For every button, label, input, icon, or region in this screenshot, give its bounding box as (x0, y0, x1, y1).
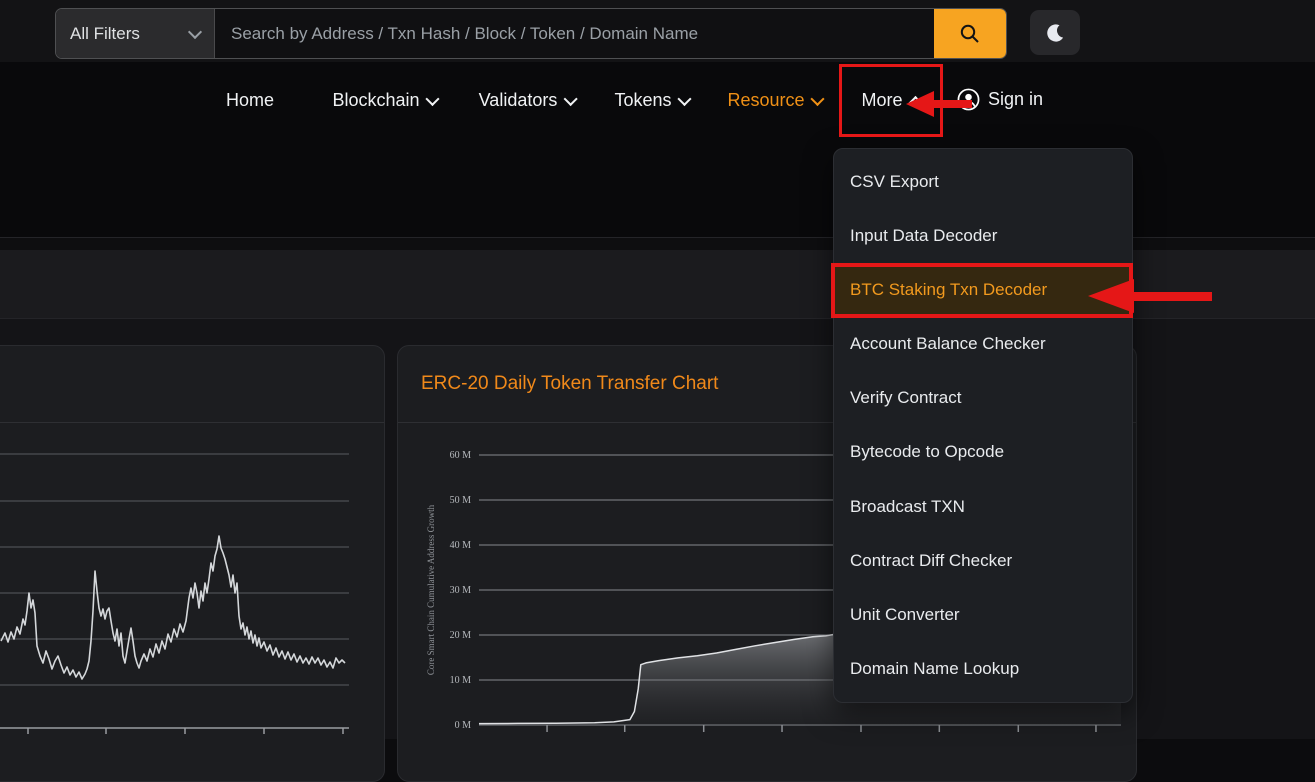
menu-item-btc-staking-txn-decoder[interactable]: BTC Staking Txn Decoder (834, 263, 1132, 317)
chevron-down-icon (563, 91, 577, 105)
nav-item-label: Tokens (614, 90, 671, 111)
nav-item-label: Resource (727, 90, 804, 111)
nav-item-label: Blockchain (332, 90, 419, 111)
user-icon (957, 88, 980, 111)
y-tick-label: 50 M (450, 495, 472, 506)
sign-in-label: Sign in (988, 89, 1043, 110)
line-chart (0, 346, 384, 780)
search-button[interactable] (934, 9, 1006, 58)
menu-item-bytecode-to-opcode[interactable]: Bytecode to Opcode (834, 425, 1132, 479)
y-tick-label: 0 M (455, 720, 472, 731)
menu-item-input-data-decoder[interactable]: Input Data Decoder (834, 209, 1132, 263)
chevron-down-icon (188, 24, 202, 38)
more-dropdown-menu: CSV ExportInput Data DecoderBTC Staking … (833, 148, 1133, 703)
chevron-up-icon (908, 95, 922, 109)
search-input[interactable] (215, 9, 934, 58)
menu-item-account-balance-checker[interactable]: Account Balance Checker (834, 317, 1132, 371)
nav-item-blockchain[interactable]: Blockchain (332, 90, 437, 111)
y-axis-title: Core Smart Chain Cumulative Address Grow… (426, 504, 436, 675)
y-tick-label: 20 M (450, 630, 472, 641)
top-bar: All Filters (0, 0, 1315, 63)
nav-item-label: Validators (479, 90, 558, 111)
nav-item-more[interactable]: More (861, 90, 920, 111)
y-tick-label: 30 M (450, 585, 472, 596)
nav-item-resource[interactable]: Resource (727, 90, 822, 111)
search-icon (959, 23, 981, 45)
theme-toggle-button[interactable] (1030, 10, 1080, 55)
menu-item-domain-name-lookup[interactable]: Domain Name Lookup (834, 642, 1132, 696)
nav-item-home[interactable]: Home (226, 90, 274, 111)
menu-item-contract-diff-checker[interactable]: Contract Diff Checker (834, 534, 1132, 588)
moon-icon (1044, 22, 1066, 44)
chevron-down-icon (810, 91, 824, 105)
filter-dropdown-label: All Filters (70, 24, 140, 44)
nav-item-label: Home (226, 90, 274, 111)
sign-in-button[interactable]: Sign in (957, 88, 1043, 111)
menu-item-unit-converter[interactable]: Unit Converter (834, 588, 1132, 642)
y-tick-label: 10 M (450, 675, 472, 686)
y-tick-label: 60 M (450, 450, 472, 461)
chevron-down-icon (425, 91, 439, 105)
menu-item-csv-export[interactable]: CSV Export (834, 155, 1132, 209)
filter-dropdown[interactable]: All Filters (56, 9, 215, 58)
y-tick-label: 40 M (450, 540, 472, 551)
nav-item-label: More (861, 90, 902, 111)
nav-item-validators[interactable]: Validators (479, 90, 576, 111)
chevron-down-icon (677, 91, 691, 105)
menu-item-verify-contract[interactable]: Verify Contract (834, 371, 1132, 425)
left-chart-card (0, 345, 385, 782)
nav-item-tokens[interactable]: Tokens (614, 90, 689, 111)
search-bar: All Filters (55, 8, 1007, 59)
menu-item-broadcast-txn[interactable]: Broadcast TXN (834, 480, 1132, 534)
